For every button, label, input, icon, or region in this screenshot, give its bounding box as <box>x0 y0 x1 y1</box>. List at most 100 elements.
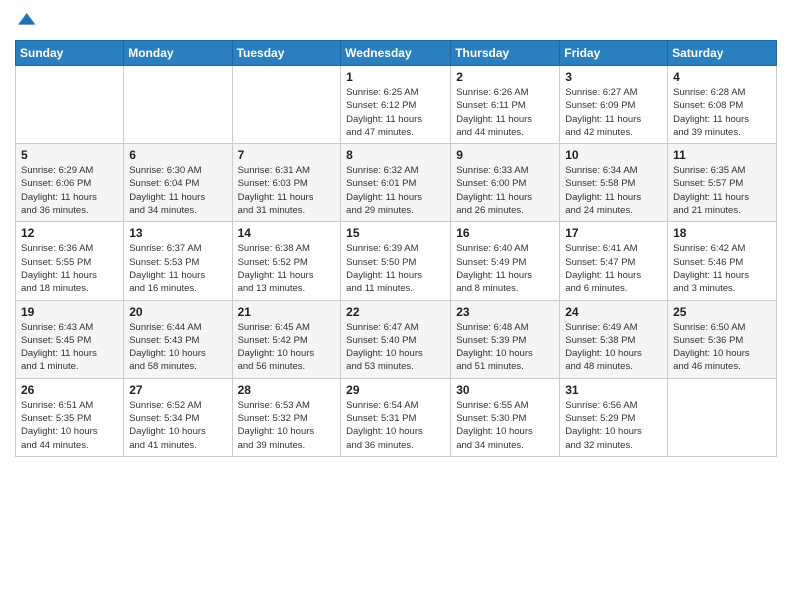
day-detail: Sunrise: 6:36 AM Sunset: 5:55 PM Dayligh… <box>21 242 118 295</box>
day-cell: 8Sunrise: 6:32 AM Sunset: 6:01 PM Daylig… <box>341 144 451 222</box>
day-number: 2 <box>456 70 554 84</box>
day-cell: 20 Sunrise: 6:44 AM Sunset: 5:43 PM Dayli… <box>124 300 232 378</box>
day-detail: Sunrise: 6:29 AM Sunset: 6:06 PM Dayligh… <box>21 164 118 217</box>
weekday-header-saturday: Saturday <box>668 41 777 66</box>
weekday-header-friday: Friday <box>560 41 668 66</box>
day-detail: Sunrise: 6:48 AM Sunset: 5:39 PM Dayligh… <box>456 321 554 374</box>
day-detail: Sunrise: 6:26 AM Sunset: 6:11 PM Dayligh… <box>456 86 554 139</box>
day-number: 7 <box>238 148 336 162</box>
day-cell: 13 Sunrise: 6:37 AM Sunset: 5:53 PM Dayli… <box>124 222 232 300</box>
day-number: 27 <box>129 383 226 397</box>
day-cell: 7 Sunrise: 6:31 AM Sunset: 6:03 PM Daylig… <box>232 144 341 222</box>
day-cell: 4Sunrise: 6:28 AM Sunset: 6:08 PM Daylig… <box>668 66 777 144</box>
day-detail: Sunrise: 6:43 AM Sunset: 5:45 PM Dayligh… <box>21 321 118 374</box>
day-detail: Sunrise: 6:44 AM Sunset: 5:43 PM Dayligh… <box>129 321 226 374</box>
day-cell: 27 Sunrise: 6:52 AM Sunset: 5:34 PM Dayli… <box>124 378 232 456</box>
weekday-header-monday: Monday <box>124 41 232 66</box>
day-cell <box>16 66 124 144</box>
day-detail: Sunrise: 6:42 AM Sunset: 5:46 PM Dayligh… <box>673 242 771 295</box>
day-cell: 6 Sunrise: 6:30 AM Sunset: 6:04 PM Daylig… <box>124 144 232 222</box>
day-cell: 17 Sunrise: 6:41 AM Sunset: 5:47 PM Dayli… <box>560 222 668 300</box>
day-number: 19 <box>21 305 118 319</box>
day-number: 28 <box>238 383 336 397</box>
day-detail: Sunrise: 6:33 AM Sunset: 6:00 PM Dayligh… <box>456 164 554 217</box>
logo-icon <box>15 10 37 32</box>
day-number: 9 <box>456 148 554 162</box>
day-cell: 10Sunrise: 6:34 AM Sunset: 5:58 PM Dayli… <box>560 144 668 222</box>
logo <box>15 10 39 32</box>
weekday-header-row: SundayMondayTuesdayWednesdayThursdayFrid… <box>16 41 777 66</box>
day-number: 6 <box>129 148 226 162</box>
day-detail: Sunrise: 6:39 AM Sunset: 5:50 PM Dayligh… <box>346 242 445 295</box>
day-detail: Sunrise: 6:37 AM Sunset: 5:53 PM Dayligh… <box>129 242 226 295</box>
day-number: 13 <box>129 226 226 240</box>
day-cell: 16Sunrise: 6:40 AM Sunset: 5:49 PM Dayli… <box>451 222 560 300</box>
day-number: 23 <box>456 305 554 319</box>
day-number: 18 <box>673 226 771 240</box>
day-number: 15 <box>346 226 445 240</box>
day-cell <box>232 66 341 144</box>
day-cell: 19 Sunrise: 6:43 AM Sunset: 5:45 PM Dayli… <box>16 300 124 378</box>
weekday-header-wednesday: Wednesday <box>341 41 451 66</box>
day-detail: Sunrise: 6:30 AM Sunset: 6:04 PM Dayligh… <box>129 164 226 217</box>
day-number: 24 <box>565 305 662 319</box>
day-detail: Sunrise: 6:55 AM Sunset: 5:30 PM Dayligh… <box>456 399 554 452</box>
day-detail: Sunrise: 6:45 AM Sunset: 5:42 PM Dayligh… <box>238 321 336 374</box>
weekday-header-thursday: Thursday <box>451 41 560 66</box>
day-number: 4 <box>673 70 771 84</box>
day-number: 1 <box>346 70 445 84</box>
day-cell: 23 Sunrise: 6:48 AM Sunset: 5:39 PM Dayli… <box>451 300 560 378</box>
day-detail: Sunrise: 6:54 AM Sunset: 5:31 PM Dayligh… <box>346 399 445 452</box>
day-cell: 1 Sunrise: 6:25 AM Sunset: 6:12 PM Daylig… <box>341 66 451 144</box>
day-cell <box>668 378 777 456</box>
day-cell: 21 Sunrise: 6:45 AM Sunset: 5:42 PM Dayli… <box>232 300 341 378</box>
week-row-1: 1 Sunrise: 6:25 AM Sunset: 6:12 PM Daylig… <box>16 66 777 144</box>
day-detail: Sunrise: 6:51 AM Sunset: 5:35 PM Dayligh… <box>21 399 118 452</box>
day-cell: 26Sunrise: 6:51 AM Sunset: 5:35 PM Dayli… <box>16 378 124 456</box>
week-row-3: 12 Sunrise: 6:36 AM Sunset: 5:55 PM Dayli… <box>16 222 777 300</box>
page: SundayMondayTuesdayWednesdayThursdayFrid… <box>0 0 792 612</box>
day-number: 25 <box>673 305 771 319</box>
day-detail: Sunrise: 6:50 AM Sunset: 5:36 PM Dayligh… <box>673 321 771 374</box>
day-number: 20 <box>129 305 226 319</box>
weekday-header-sunday: Sunday <box>16 41 124 66</box>
day-number: 11 <box>673 148 771 162</box>
day-cell: 14 Sunrise: 6:38 AM Sunset: 5:52 PM Dayli… <box>232 222 341 300</box>
day-cell: 9 Sunrise: 6:33 AM Sunset: 6:00 PM Daylig… <box>451 144 560 222</box>
day-number: 8 <box>346 148 445 162</box>
day-number: 10 <box>565 148 662 162</box>
week-row-2: 5Sunrise: 6:29 AM Sunset: 6:06 PM Daylig… <box>16 144 777 222</box>
day-number: 29 <box>346 383 445 397</box>
day-number: 14 <box>238 226 336 240</box>
day-detail: Sunrise: 6:31 AM Sunset: 6:03 PM Dayligh… <box>238 164 336 217</box>
day-cell: 24Sunrise: 6:49 AM Sunset: 5:38 PM Dayli… <box>560 300 668 378</box>
day-number: 30 <box>456 383 554 397</box>
calendar: SundayMondayTuesdayWednesdayThursdayFrid… <box>15 40 777 457</box>
day-cell: 11 Sunrise: 6:35 AM Sunset: 5:57 PM Dayli… <box>668 144 777 222</box>
day-cell: 31Sunrise: 6:56 AM Sunset: 5:29 PM Dayli… <box>560 378 668 456</box>
day-cell: 25 Sunrise: 6:50 AM Sunset: 5:36 PM Dayli… <box>668 300 777 378</box>
day-cell: 3Sunrise: 6:27 AM Sunset: 6:09 PM Daylig… <box>560 66 668 144</box>
day-detail: Sunrise: 6:53 AM Sunset: 5:32 PM Dayligh… <box>238 399 336 452</box>
day-detail: Sunrise: 6:41 AM Sunset: 5:47 PM Dayligh… <box>565 242 662 295</box>
day-cell: 18 Sunrise: 6:42 AM Sunset: 5:46 PM Dayli… <box>668 222 777 300</box>
day-cell: 12 Sunrise: 6:36 AM Sunset: 5:55 PM Dayli… <box>16 222 124 300</box>
day-cell: 22 Sunrise: 6:47 AM Sunset: 5:40 PM Dayli… <box>341 300 451 378</box>
day-detail: Sunrise: 6:38 AM Sunset: 5:52 PM Dayligh… <box>238 242 336 295</box>
day-cell: 5Sunrise: 6:29 AM Sunset: 6:06 PM Daylig… <box>16 144 124 222</box>
day-cell: 15 Sunrise: 6:39 AM Sunset: 5:50 PM Dayli… <box>341 222 451 300</box>
day-number: 22 <box>346 305 445 319</box>
day-number: 3 <box>565 70 662 84</box>
day-number: 21 <box>238 305 336 319</box>
header <box>15 10 777 32</box>
week-row-5: 26Sunrise: 6:51 AM Sunset: 5:35 PM Dayli… <box>16 378 777 456</box>
day-detail: Sunrise: 6:35 AM Sunset: 5:57 PM Dayligh… <box>673 164 771 217</box>
day-number: 17 <box>565 226 662 240</box>
day-detail: Sunrise: 6:25 AM Sunset: 6:12 PM Dayligh… <box>346 86 445 139</box>
day-detail: Sunrise: 6:47 AM Sunset: 5:40 PM Dayligh… <box>346 321 445 374</box>
day-cell: 29 Sunrise: 6:54 AM Sunset: 5:31 PM Dayli… <box>341 378 451 456</box>
day-number: 12 <box>21 226 118 240</box>
day-cell <box>124 66 232 144</box>
week-row-4: 19 Sunrise: 6:43 AM Sunset: 5:45 PM Dayli… <box>16 300 777 378</box>
day-detail: Sunrise: 6:52 AM Sunset: 5:34 PM Dayligh… <box>129 399 226 452</box>
